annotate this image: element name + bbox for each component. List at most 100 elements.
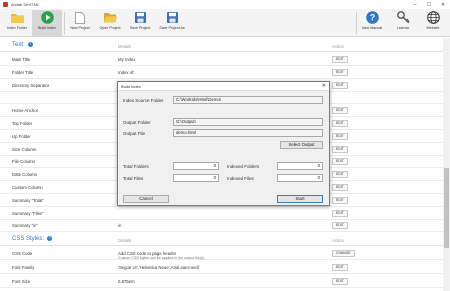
save-project-button[interactable]: Save Project bbox=[125, 10, 155, 36]
indexed-files-field: 0 bbox=[277, 174, 323, 182]
edit-button[interactable]: EDIT bbox=[332, 145, 348, 153]
help-icon: ? bbox=[365, 11, 379, 24]
info-icon[interactable]: ? bbox=[27, 42, 33, 47]
play-icon bbox=[40, 11, 54, 24]
row-label: Summary "Total" bbox=[12, 197, 44, 203]
text-section-header: Text:? Details Action bbox=[0, 40, 443, 52]
settings-row: Summary "in" in EDIT bbox=[0, 220, 443, 233]
save-project-as-button[interactable]: Save Project As bbox=[155, 10, 189, 36]
settings-row: Main Title My Index EDIT bbox=[0, 54, 443, 66]
folder-icon bbox=[10, 11, 24, 24]
output-file-label: Output File bbox=[123, 131, 146, 136]
save-as-icon bbox=[166, 11, 179, 24]
output-file-field[interactable]: demo.html bbox=[173, 129, 323, 137]
edit-button[interactable]: EDIT bbox=[332, 264, 348, 271]
window-controls: – ☐ ✕ bbox=[408, 0, 450, 9]
open-project-button[interactable]: Open Project bbox=[95, 10, 125, 36]
settings-row: Summary "Files" EDIT bbox=[0, 208, 443, 220]
total-folders-label: Total Folders bbox=[123, 164, 149, 169]
edit-button[interactable]: EDIT bbox=[332, 222, 348, 230]
row-detail: My Index bbox=[118, 57, 136, 62]
indexed-folders-label: Indexed Folders bbox=[227, 164, 260, 169]
row-label: Font Family bbox=[12, 265, 35, 270]
row-label: File Column bbox=[12, 159, 35, 165]
edit-button[interactable]: EDIT bbox=[332, 196, 348, 204]
index-source-label: Index Source Folder bbox=[123, 98, 164, 103]
new-document-icon bbox=[74, 11, 87, 24]
indexed-files-label: Indexed Files bbox=[227, 176, 254, 181]
section-title: Text:? bbox=[12, 42, 33, 48]
output-folder-label: Output Folder bbox=[123, 120, 151, 125]
edit-button[interactable]: EDIT bbox=[332, 81, 348, 89]
section-title: CSS Styles:? bbox=[12, 236, 53, 242]
toolbar: Index Folder Build Index New Project Ope… bbox=[0, 9, 450, 37]
row-label: Font Size bbox=[12, 279, 31, 284]
app-icon bbox=[3, 2, 8, 7]
window-titlebar: Arclab DirHTML – ☐ ✕ bbox=[0, 0, 450, 9]
close-window-icon[interactable]: ✕ bbox=[436, 0, 450, 9]
key-icon bbox=[396, 11, 410, 24]
window-title: Arclab DirHTML bbox=[11, 2, 40, 7]
edit-button[interactable]: EDIT bbox=[332, 56, 348, 63]
row-detail: 0.875em bbox=[118, 279, 135, 284]
row-label: Summary "Files" bbox=[12, 210, 44, 216]
edit-button[interactable]: EDIT bbox=[332, 171, 348, 179]
row-label: Main Title bbox=[12, 57, 31, 62]
start-button[interactable]: Start bbox=[277, 195, 323, 203]
output-folder-field[interactable]: G:\Output\ bbox=[173, 118, 323, 126]
user-manual-button[interactable]: ? User Manual bbox=[357, 10, 387, 36]
edit-button[interactable]: EDIT bbox=[332, 120, 348, 127]
settings-row: Font Family 'Segoe UI','Helvetica Neue',A… bbox=[0, 262, 443, 274]
total-files-field: 0 bbox=[173, 174, 219, 182]
dialog-titlebar: Build Index ✕ bbox=[118, 82, 329, 91]
website-button[interactable]: Website bbox=[418, 10, 448, 36]
new-project-button[interactable]: New Project bbox=[65, 10, 95, 36]
row-label: Home Anchor bbox=[12, 108, 39, 114]
edit-button[interactable]: EDIT bbox=[332, 278, 348, 285]
row-label: Top Folder bbox=[12, 121, 33, 126]
index-folder-button[interactable]: Index Folder bbox=[2, 10, 32, 36]
build-index-button[interactable]: Build Index bbox=[32, 10, 62, 36]
row-detail-note: Custom CSS styles can be applied in the … bbox=[118, 256, 205, 260]
settings-row: Font Size 0.875em EDIT bbox=[0, 276, 443, 288]
row-detail: in bbox=[118, 223, 122, 229]
settings-row: CSS Code Add CSS code to page header Custo… bbox=[0, 248, 443, 260]
scrollbar-thumb[interactable] bbox=[444, 168, 449, 248]
settings-row: Folder Title Index of: EDIT bbox=[0, 67, 443, 79]
info-icon[interactable]: ? bbox=[47, 236, 53, 241]
row-label: Summary "in" bbox=[12, 223, 38, 229]
css-section-header: CSS Styles:? Details Action bbox=[0, 234, 443, 246]
edit-button[interactable]: EDIT bbox=[332, 209, 348, 217]
minimize-icon[interactable]: – bbox=[408, 0, 422, 9]
license-button[interactable]: License bbox=[388, 10, 418, 36]
maximize-icon[interactable]: ☐ bbox=[422, 0, 436, 9]
globe-icon bbox=[426, 11, 440, 24]
open-folder-icon bbox=[103, 11, 117, 24]
edit-button[interactable]: EDIT bbox=[332, 158, 348, 166]
total-folders-field: 0 bbox=[173, 162, 219, 170]
row-label: Date Column bbox=[12, 172, 38, 178]
total-files-label: Total Files bbox=[123, 176, 144, 181]
svg-text:?: ? bbox=[369, 13, 375, 23]
row-label: Size Column bbox=[12, 146, 37, 152]
row-label: Custom Column bbox=[12, 185, 43, 190]
save-icon bbox=[134, 11, 147, 24]
vertical-scrollbar[interactable] bbox=[443, 38, 450, 291]
row-detail: 'Segoe UI','Helvetica Neue',Arial,sans-s… bbox=[118, 265, 200, 270]
edit-button[interactable]: EDIT bbox=[332, 132, 348, 140]
index-source-field[interactable]: C:\WorkIdx\Html\Demo\ bbox=[173, 96, 323, 104]
edit-button[interactable]: EDIT bbox=[332, 184, 348, 191]
edit-button[interactable]: EDIT bbox=[332, 107, 348, 115]
edit-button[interactable]: EDIT bbox=[332, 68, 348, 76]
change-button[interactable]: CHANGE bbox=[332, 250, 355, 257]
row-label: Directory Separator bbox=[12, 82, 50, 88]
row-label: CSS Code bbox=[12, 251, 33, 256]
build-index-dialog: Build Index ✕ Index Source Folder C:\Wor… bbox=[117, 81, 330, 206]
dialog-title: Build Index bbox=[121, 84, 141, 89]
row-detail: Index of: bbox=[118, 69, 135, 75]
cancel-button[interactable]: Cancel bbox=[123, 195, 169, 203]
row-label: Folder Title bbox=[12, 69, 34, 75]
indexed-folders-field: 0 bbox=[277, 162, 323, 170]
close-icon[interactable]: ✕ bbox=[322, 83, 326, 89]
select-output-button[interactable]: Select Output bbox=[280, 141, 323, 149]
